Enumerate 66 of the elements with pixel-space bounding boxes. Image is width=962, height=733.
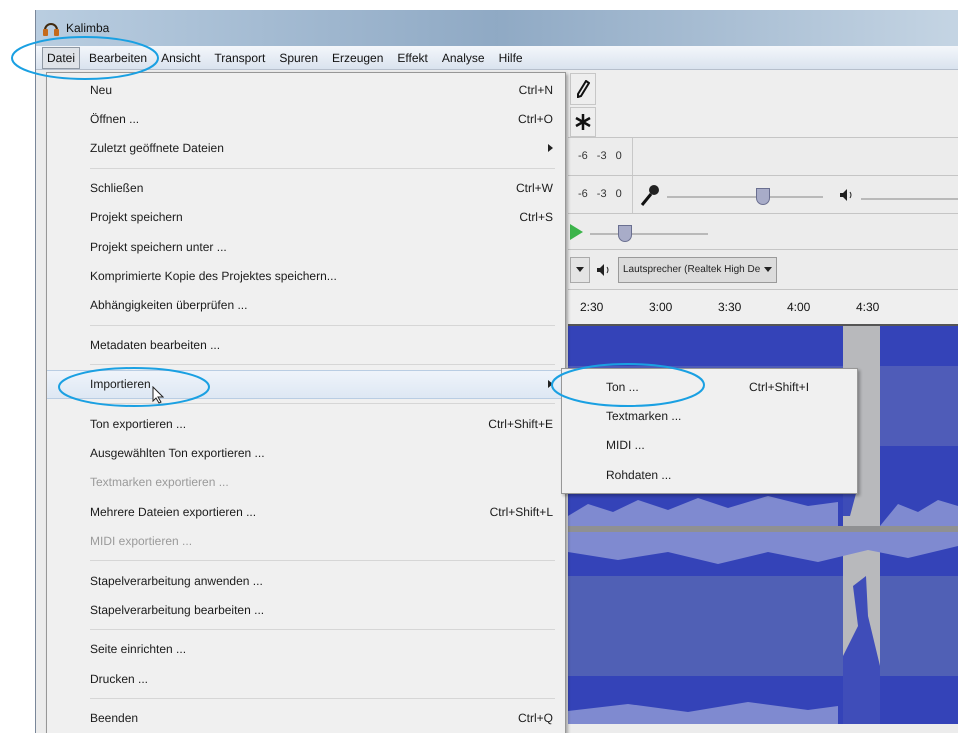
shortcut-label: Ctrl+Shift+E — [488, 416, 553, 433]
shortcut-label: Ctrl+O — [518, 111, 553, 128]
headphones-icon — [42, 20, 60, 36]
menu-item[interactable]: Öffnen ... Ctrl+O — [47, 104, 565, 134]
menu-item[interactable]: Ausgewählten Ton exportieren ... — [47, 438, 565, 468]
menu-item[interactable]: Stapelverarbeitung bearbeiten ... — [47, 595, 565, 625]
ruler-label: 3:00 — [649, 299, 674, 316]
menu-item[interactable]: Textmarken ... — [562, 401, 857, 431]
meter-tick-label: -3 — [596, 187, 607, 202]
play-icon — [568, 222, 584, 240]
window-title: Kalimba — [66, 20, 110, 37]
meter-tick-label: -6 — [578, 149, 588, 164]
microphone-icon — [638, 182, 661, 206]
submenu-arrow-icon — [548, 380, 553, 388]
menu-item[interactable]: Metadaten bearbeiten ... — [47, 330, 565, 360]
ruler-label: 2:30 — [580, 299, 604, 316]
ruler-label: 3:30 — [718, 299, 742, 316]
menu-bar-item[interactable]: Datei — [42, 46, 80, 68]
menu-item[interactable]: Zuletzt geöffnete Dateien — [47, 134, 565, 164]
draw-tool-button[interactable] — [570, 73, 596, 105]
slider-thumb[interactable] — [618, 224, 632, 242]
menu-bar-item[interactable]: Analyse — [436, 46, 490, 68]
pencil-icon — [576, 80, 590, 98]
menu-item[interactable]: Projekt speichern unter ... — [47, 232, 565, 262]
submenu-arrow-icon — [548, 144, 553, 152]
caret-icon — [764, 267, 772, 272]
menu-item[interactable]: Ton exportieren ... Ctrl+Shift+E — [47, 408, 565, 438]
menu-item[interactable]: Drucken ... — [47, 664, 565, 694]
menu-item[interactable]: Seite einrichten ... — [47, 634, 565, 664]
meter-tick-label: -6 — [578, 187, 588, 202]
menu-bar-item[interactable]: Transport — [209, 46, 270, 68]
menu-bar-item[interactable]: Effekt — [392, 46, 433, 68]
menu-item[interactable]: Abhängigkeiten überprüfen ... — [47, 290, 565, 320]
dropdown-button[interactable] — [570, 256, 590, 282]
menu-bar-item[interactable]: Spuren — [274, 46, 324, 68]
asterisk-icon — [574, 113, 592, 131]
menu-item[interactable]: Beenden Ctrl+Q — [47, 703, 565, 733]
slider-thumb[interactable] — [756, 188, 770, 204]
output-device-dropdown[interactable]: Lautsprecher (Realtek High De — [618, 256, 778, 282]
menu-item[interactable]: Schließen Ctrl+W — [47, 173, 565, 203]
meter-tick-label: -3 — [596, 149, 607, 164]
shortcut-label: Ctrl+N — [518, 82, 553, 99]
menu-bar-item[interactable]: Ansicht — [156, 46, 206, 68]
menu-item[interactable]: Komprimierte Kopie des Projektes speichern... — [47, 261, 565, 291]
menu-item[interactable]: Projekt speichern Ctrl+S — [47, 202, 565, 232]
meter-tick-label: 0 — [616, 187, 622, 202]
caret-icon — [576, 267, 584, 272]
meter-tick-label: 0 — [616, 149, 622, 164]
menu-item[interactable]: Ton ... Ctrl+Shift+I — [562, 372, 857, 402]
multi-tool-button[interactable] — [570, 107, 596, 137]
menu-item[interactable]: Neu Ctrl+N — [47, 75, 565, 104]
menu-item[interactable]: MIDI ... — [562, 430, 857, 460]
menu-bar-item[interactable]: Erzeugen — [327, 46, 388, 68]
menu-item[interactable]: Mehrere Dateien exportieren ... Ctrl+Shift+L — [47, 497, 565, 526]
shortcut-label: Ctrl+Shift+L — [490, 504, 553, 521]
menu-bar-item[interactable]: Bearbeiten — [84, 46, 152, 68]
menu-item[interactable]: Rohdaten ... — [562, 460, 857, 490]
shortcut-label: Ctrl+Shift+I — [749, 378, 810, 396]
ruler-label: 4:30 — [856, 299, 880, 316]
shortcut-label: Ctrl+S — [519, 209, 553, 226]
menu-bar-item[interactable]: Hilfe — [494, 46, 528, 68]
shortcut-label: Ctrl+W — [516, 180, 553, 197]
ruler-label: 4:00 — [787, 299, 812, 316]
menu-item[interactable]: Stapelverarbeitung anwenden ... — [47, 566, 565, 596]
shortcut-label: Ctrl+Q — [518, 710, 553, 728]
cursor-icon — [152, 386, 164, 404]
